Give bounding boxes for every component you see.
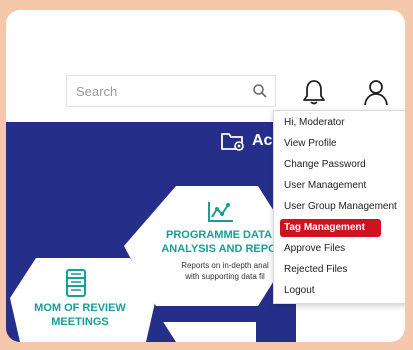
programme-card-title: PROGRAMME DATA ANALYSIS AND REPO [161, 229, 277, 255]
user-menu-dropdown: Hi, Moderator View Profile Change Passwo… [273, 110, 405, 304]
menu-greeting: Hi, Moderator [284, 117, 345, 128]
menu-user-group-management[interactable]: User Group Management [280, 198, 405, 216]
menu-tag-management[interactable]: Tag Management [280, 219, 381, 237]
banner-title: Ac [252, 132, 273, 149]
mom-card-title: MOM OF REVIEW MEETINGS [34, 302, 126, 328]
server-icon [66, 269, 86, 297]
bell-icon[interactable] [301, 78, 327, 106]
menu-logout[interactable]: Logout [280, 282, 405, 300]
search-input[interactable] [67, 75, 253, 107]
menu-change-password[interactable]: Change Password [280, 156, 405, 174]
programme-card-description: Reports on in-depth anal with supporting… [181, 261, 269, 281]
menu-rejected-files[interactable]: Rejected Files [280, 261, 405, 279]
top-bar [6, 10, 405, 122]
search-icon[interactable] [251, 82, 269, 100]
chart-icon [208, 202, 233, 222]
user-icon[interactable] [363, 78, 389, 106]
search-box [66, 75, 276, 107]
menu-view-profile[interactable]: View Profile [280, 135, 405, 153]
menu-user-management[interactable]: User Management [280, 177, 405, 195]
banner-heading: Ac [220, 130, 272, 152]
app-frame: Ac PROGRAMME DATA ANALYSIS AND REPO Repo… [6, 10, 405, 342]
menu-approve-files[interactable]: Approve Files [280, 240, 405, 258]
folder-gear-icon [221, 133, 244, 151]
